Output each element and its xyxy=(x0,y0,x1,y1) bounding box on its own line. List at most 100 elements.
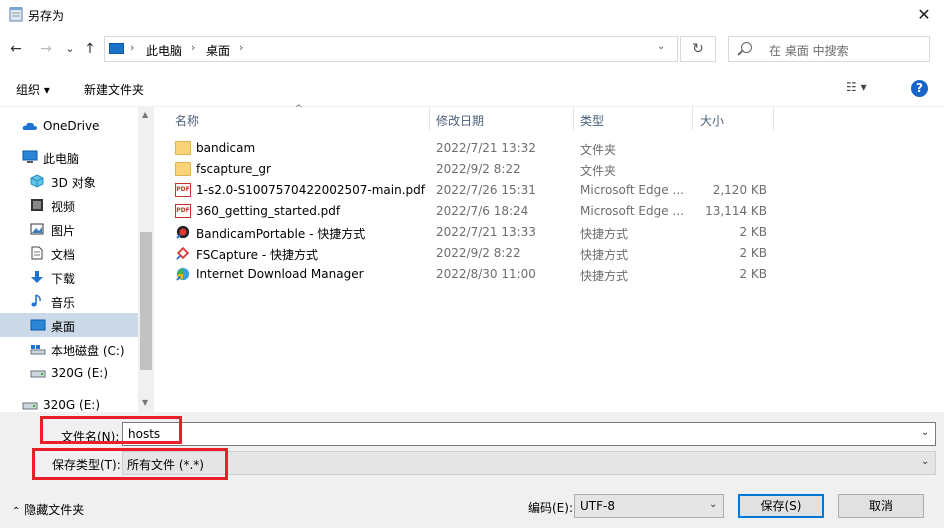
nav-item-this-pc[interactable]: 此电脑 xyxy=(0,145,138,169)
cancel-button[interactable]: 取消 xyxy=(838,494,924,518)
pdf-icon: PDF xyxy=(175,183,191,197)
cube-icon xyxy=(30,174,44,188)
file-date: 2022/7/26 15:31 xyxy=(436,183,536,197)
back-button[interactable]: ← xyxy=(6,38,26,60)
title-bar: 另存为 ✕ xyxy=(0,0,944,30)
search-icon xyxy=(741,42,752,53)
nav-item-drive-e-root[interactable]: 320G (E:) xyxy=(0,393,138,412)
desktop-icon xyxy=(30,319,46,331)
column-header-size[interactable]: 大小 xyxy=(700,112,724,129)
scrollbar-thumb[interactable] xyxy=(140,232,152,370)
computer-icon xyxy=(109,43,124,54)
encoding-select[interactable]: UTF-8 ⌄ xyxy=(574,494,724,518)
file-row[interactable]: bandicam 2022/7/21 13:32 文件夹 xyxy=(155,138,775,159)
navigation-pane: OneDrive 此电脑 3D 对象 视频 图片 文档 下载 音乐 桌面 本地磁… xyxy=(0,106,154,412)
pdf-icon: PDF xyxy=(175,204,191,218)
music-icon xyxy=(31,294,41,307)
search-box[interactable]: 在 桌面 中搜索 xyxy=(728,36,930,62)
file-name: 360_getting_started.pdf xyxy=(196,204,341,218)
cloud-icon xyxy=(22,122,37,130)
nav-item-local-disk-c[interactable]: 本地磁盘 (C:) xyxy=(0,337,138,361)
scroll-up-arrow[interactable]: ▲ xyxy=(142,110,148,119)
breadcrumb-this-pc[interactable]: 此电脑 xyxy=(146,42,182,59)
drive-icon xyxy=(30,345,46,355)
nav-item-music[interactable]: 音乐 xyxy=(0,289,138,313)
file-row[interactable]: BandicamPortable - 快捷方式 2022/7/21 13:33 … xyxy=(155,222,775,243)
chevron-down-icon[interactable]: ⌄ xyxy=(657,41,665,52)
notepad-icon xyxy=(9,7,23,22)
breadcrumb-separator: › xyxy=(191,41,196,54)
file-size: 2,120 KB xyxy=(712,183,767,197)
column-divider[interactable] xyxy=(573,106,574,130)
highlight-box xyxy=(40,416,182,444)
encoding-value[interactable]: UTF-8 xyxy=(580,499,615,513)
file-name: 1-s2.0-S1007570422002507-main.pdf xyxy=(196,183,425,197)
file-row[interactable]: fscapture_gr 2022/9/2 8:22 文件夹 xyxy=(155,159,775,180)
column-divider[interactable] xyxy=(429,106,430,130)
drive-icon xyxy=(22,402,38,410)
filetype-select[interactable]: 所有文件 (*.*) ⌄ xyxy=(122,451,936,475)
chevron-down-icon[interactable]: ⌄ xyxy=(709,499,717,510)
refresh-button[interactable]: ↻ xyxy=(680,36,716,62)
nav-item-pictures[interactable]: 图片 xyxy=(0,217,138,241)
file-date: 2022/7/21 13:33 xyxy=(436,225,536,239)
nav-item-onedrive[interactable]: OneDrive xyxy=(0,114,138,138)
forward-button[interactable]: → xyxy=(36,38,56,60)
nav-item-label: 文档 xyxy=(51,248,76,262)
breadcrumb-separator[interactable]: › xyxy=(239,41,243,54)
nav-item-3d-objects[interactable]: 3D 对象 xyxy=(0,169,138,193)
bandicam-icon xyxy=(176,225,190,239)
nav-item-drive-e[interactable]: 320G (E:) xyxy=(0,361,138,385)
file-row[interactable]: PDF 360_getting_started.pdf 2022/7/6 18:… xyxy=(155,201,775,222)
fscapture-icon xyxy=(176,246,190,260)
address-bar[interactable]: › 此电脑 › 桌面 › ⌄ xyxy=(104,36,678,62)
filename-input[interactable]: hosts ⌄ xyxy=(122,422,936,446)
file-date: 2022/9/2 8:22 xyxy=(436,162,521,176)
file-row[interactable]: FSCapture - 快捷方式 2022/9/2 8:22 快捷方式 2 KB xyxy=(155,243,775,264)
file-type: Microsoft Edge ... xyxy=(580,204,684,218)
file-size: 2 KB xyxy=(739,267,767,281)
computer-icon xyxy=(22,150,38,163)
file-row[interactable]: PDF 1-s2.0-S1007570422002507-main.pdf 20… xyxy=(155,180,775,201)
recent-locations-button[interactable]: ⌄ xyxy=(60,38,80,60)
up-button[interactable]: ↑ xyxy=(80,38,100,60)
nav-item-documents[interactable]: 文档 xyxy=(0,241,138,265)
file-type: 快捷方式 xyxy=(580,269,629,283)
nav-item-downloads[interactable]: 下载 xyxy=(0,265,138,289)
new-folder-button[interactable]: 新建文件夹 xyxy=(84,81,144,98)
save-options-panel: 文件名(N): hosts ⌄ 保存类型(T): 所有文件 (*.*) ⌄ ⌃ … xyxy=(0,412,944,528)
chevron-up-icon: ⌃ xyxy=(12,506,21,517)
organize-menu[interactable]: 组织 ▾ xyxy=(16,81,50,98)
view-options-button[interactable]: ☷ ▾ xyxy=(846,80,886,96)
chevron-down-icon[interactable]: ⌄ xyxy=(921,427,929,438)
file-type: 文件夹 xyxy=(580,164,617,178)
file-size: 2 KB xyxy=(739,246,767,260)
save-button[interactable]: 保存(S) xyxy=(738,494,824,518)
column-header-type[interactable]: 类型 xyxy=(580,112,604,129)
file-list: ^ 名称 修改日期 类型 大小 bandicam 2022/7/21 13:32… xyxy=(155,104,944,412)
search-placeholder[interactable]: 在 桌面 中搜索 xyxy=(769,42,849,59)
file-name: Internet Download Manager xyxy=(196,267,364,281)
column-header-name[interactable]: 名称 xyxy=(175,112,199,129)
encoding-label: 编码(E): xyxy=(528,501,573,515)
file-date: 2022/9/2 8:22 xyxy=(436,246,521,260)
nav-item-label: 3D 对象 xyxy=(51,176,96,190)
nav-scrollbar[interactable]: ▲ ▼ xyxy=(138,106,154,412)
column-divider[interactable] xyxy=(692,106,693,130)
file-row[interactable]: Internet Download Manager 2022/8/30 11:0… xyxy=(155,264,775,285)
chevron-down-icon[interactable]: ⌄ xyxy=(921,456,929,467)
file-name: fscapture_gr xyxy=(196,162,271,176)
column-divider[interactable] xyxy=(773,106,774,130)
breadcrumb-desktop[interactable]: 桌面 xyxy=(206,42,230,59)
breadcrumb-separator: › xyxy=(130,41,135,54)
close-button[interactable]: ✕ xyxy=(912,4,936,26)
nav-item-videos[interactable]: 视频 xyxy=(0,193,138,217)
hide-folders-toggle[interactable]: ⌃ 隐藏文件夹 xyxy=(12,501,84,518)
nav-item-desktop[interactable]: 桌面 xyxy=(0,313,138,337)
file-date: 2022/7/6 18:24 xyxy=(436,204,529,218)
nav-item-label: 此电脑 xyxy=(43,152,80,166)
help-icon[interactable]: ? xyxy=(911,80,928,97)
window-title: 另存为 xyxy=(28,9,65,23)
column-header-date[interactable]: 修改日期 xyxy=(436,112,484,129)
scroll-down-arrow[interactable]: ▼ xyxy=(142,398,148,407)
